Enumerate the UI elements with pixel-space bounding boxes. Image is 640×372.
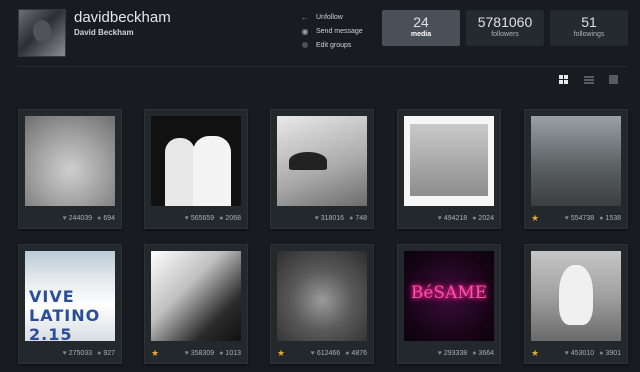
media-photo[interactable] xyxy=(531,251,621,341)
media-stats: ♥ 494218 ● 2024 xyxy=(398,213,494,223)
heart-icon: ♥ xyxy=(314,214,319,222)
media-photo[interactable] xyxy=(25,116,115,206)
comment-count: 748 xyxy=(355,214,367,222)
comment-count: 694 xyxy=(103,214,115,222)
like-count: 565659 xyxy=(190,214,215,222)
media-card[interactable]: ♥ 565659 ● 2068 xyxy=(144,109,248,229)
profile-actions: ← Unfollow ◉ Send message Edit groups xyxy=(300,10,363,52)
stat-followings[interactable]: 51 followings xyxy=(550,10,628,46)
send-message-button[interactable]: ◉ Send message xyxy=(300,24,363,38)
media-stats: ♥ 612466 ● 4876 xyxy=(271,348,367,358)
back-arrow-icon: ← xyxy=(301,12,309,22)
profile-full-name: David Beckham xyxy=(74,28,134,37)
media-card[interactable]: ★ ♥ 453010 ● 3901 xyxy=(524,244,628,364)
comment-icon: ● xyxy=(472,214,477,222)
comment-count: 927 xyxy=(103,349,115,357)
comment-count: 2068 xyxy=(225,214,241,222)
edit-groups-button[interactable]: Edit groups xyxy=(300,38,363,52)
media-photo[interactable]: VIVE LATINO 2.15 xyxy=(25,251,115,341)
media-photo[interactable] xyxy=(277,116,367,206)
comment-icon: ● xyxy=(599,349,604,357)
heart-icon: ♥ xyxy=(62,214,67,222)
stat-followings-value: 51 xyxy=(581,14,597,30)
comment-icon: ● xyxy=(97,214,102,222)
edit-groups-label: Edit groups xyxy=(316,41,352,49)
heart-icon: ♥ xyxy=(564,214,569,222)
media-card[interactable]: ♥ 244039 ● 694 xyxy=(18,109,122,229)
comment-icon: ● xyxy=(345,349,350,357)
like-count: 275033 xyxy=(68,349,93,357)
media-card[interactable]: BéSAME ♥ 293338 ● 3664 xyxy=(397,244,501,364)
heart-icon: ♥ xyxy=(62,349,67,357)
media-card[interactable]: VIVE LATINO 2.15 ♥ 275033 ● 927 xyxy=(18,244,122,364)
media-stats: ♥ 275033 ● 927 xyxy=(19,348,115,358)
profile-header: davidbeckham David Beckham ← Unfollow ◉ … xyxy=(0,0,640,66)
comment-icon: ● xyxy=(219,214,224,222)
media-stats: ♥ 565659 ● 2068 xyxy=(145,213,241,223)
media-stats: ♥ 318016 ● 748 xyxy=(271,213,367,223)
list-view-icon[interactable] xyxy=(583,74,594,85)
like-count: 494218 xyxy=(443,214,468,222)
header-divider xyxy=(18,66,628,67)
media-card[interactable]: ★ ♥ 612466 ● 4876 xyxy=(270,244,374,364)
media-photo[interactable] xyxy=(531,116,621,206)
single-view-icon[interactable] xyxy=(608,74,619,85)
like-count: 293338 xyxy=(443,349,468,357)
comment-icon: ● xyxy=(472,349,477,357)
media-card[interactable]: ♥ 494218 ● 2024 xyxy=(397,109,501,229)
heart-icon: ♥ xyxy=(184,349,189,357)
stat-followings-label: followings xyxy=(573,31,605,38)
stat-followers-value: 5781060 xyxy=(477,14,533,30)
comment-icon: ● xyxy=(349,214,354,222)
stat-followers[interactable]: 5781060 followers xyxy=(466,10,544,46)
media-photo[interactable] xyxy=(151,251,241,341)
comment-count: 4876 xyxy=(351,349,367,357)
media-stats: ♥ 293338 ● 3664 xyxy=(398,348,494,358)
comment-icon: ● xyxy=(97,349,102,357)
media-photo[interactable] xyxy=(277,251,367,341)
media-stats: ♥ 453010 ● 3901 xyxy=(525,348,621,358)
like-count: 358309 xyxy=(190,349,215,357)
media-card[interactable]: ★ ♥ 554738 ● 1538 xyxy=(524,109,628,229)
like-count: 453010 xyxy=(570,349,595,357)
comment-count: 2024 xyxy=(478,214,494,222)
dot-icon xyxy=(300,40,310,50)
comment-icon: ● xyxy=(599,214,604,222)
speech-bubble-icon: ◉ xyxy=(301,26,309,36)
like-count: 612466 xyxy=(316,349,341,357)
unfollow-button[interactable]: ← Unfollow xyxy=(300,10,363,24)
photo-text: BéSAME xyxy=(410,283,488,303)
heart-icon: ♥ xyxy=(437,214,442,222)
comment-count: 3664 xyxy=(478,349,494,357)
avatar[interactable] xyxy=(18,9,66,57)
heart-icon: ♥ xyxy=(437,349,442,357)
stat-media-value: 24 xyxy=(413,14,429,30)
unfollow-label: Unfollow xyxy=(316,13,343,21)
photo-text: VIVE LATINO 2.15 xyxy=(29,287,101,341)
profile-username[interactable]: davidbeckham xyxy=(74,9,171,26)
media-stats: ♥ 554738 ● 1538 xyxy=(525,213,621,223)
media-photo[interactable]: BéSAME xyxy=(404,251,494,341)
media-card[interactable]: ★ ♥ 358309 ● 1013 xyxy=(144,244,248,364)
comment-count: 1013 xyxy=(225,349,241,357)
media-card[interactable]: ♥ 318016 ● 748 xyxy=(270,109,374,229)
heart-icon: ♥ xyxy=(184,214,189,222)
heart-icon: ♥ xyxy=(564,349,569,357)
send-message-label: Send message xyxy=(316,27,363,35)
like-count: 554738 xyxy=(570,214,595,222)
stat-followers-label: followers xyxy=(491,31,519,38)
comment-count: 3901 xyxy=(605,349,621,357)
media-stats: ♥ 358309 ● 1013 xyxy=(145,348,241,358)
media-photo[interactable] xyxy=(404,116,494,206)
like-count: 244039 xyxy=(68,214,93,222)
heart-icon: ♥ xyxy=(310,349,315,357)
stat-media[interactable]: 24 media xyxy=(382,10,460,46)
comment-count: 1538 xyxy=(605,214,621,222)
media-stats: ♥ 244039 ● 694 xyxy=(19,213,115,223)
stat-media-label: media xyxy=(410,31,432,38)
like-count: 318016 xyxy=(320,214,345,222)
grid-view-icon[interactable] xyxy=(558,74,569,85)
comment-icon: ● xyxy=(219,349,224,357)
media-photo[interactable] xyxy=(151,116,241,206)
